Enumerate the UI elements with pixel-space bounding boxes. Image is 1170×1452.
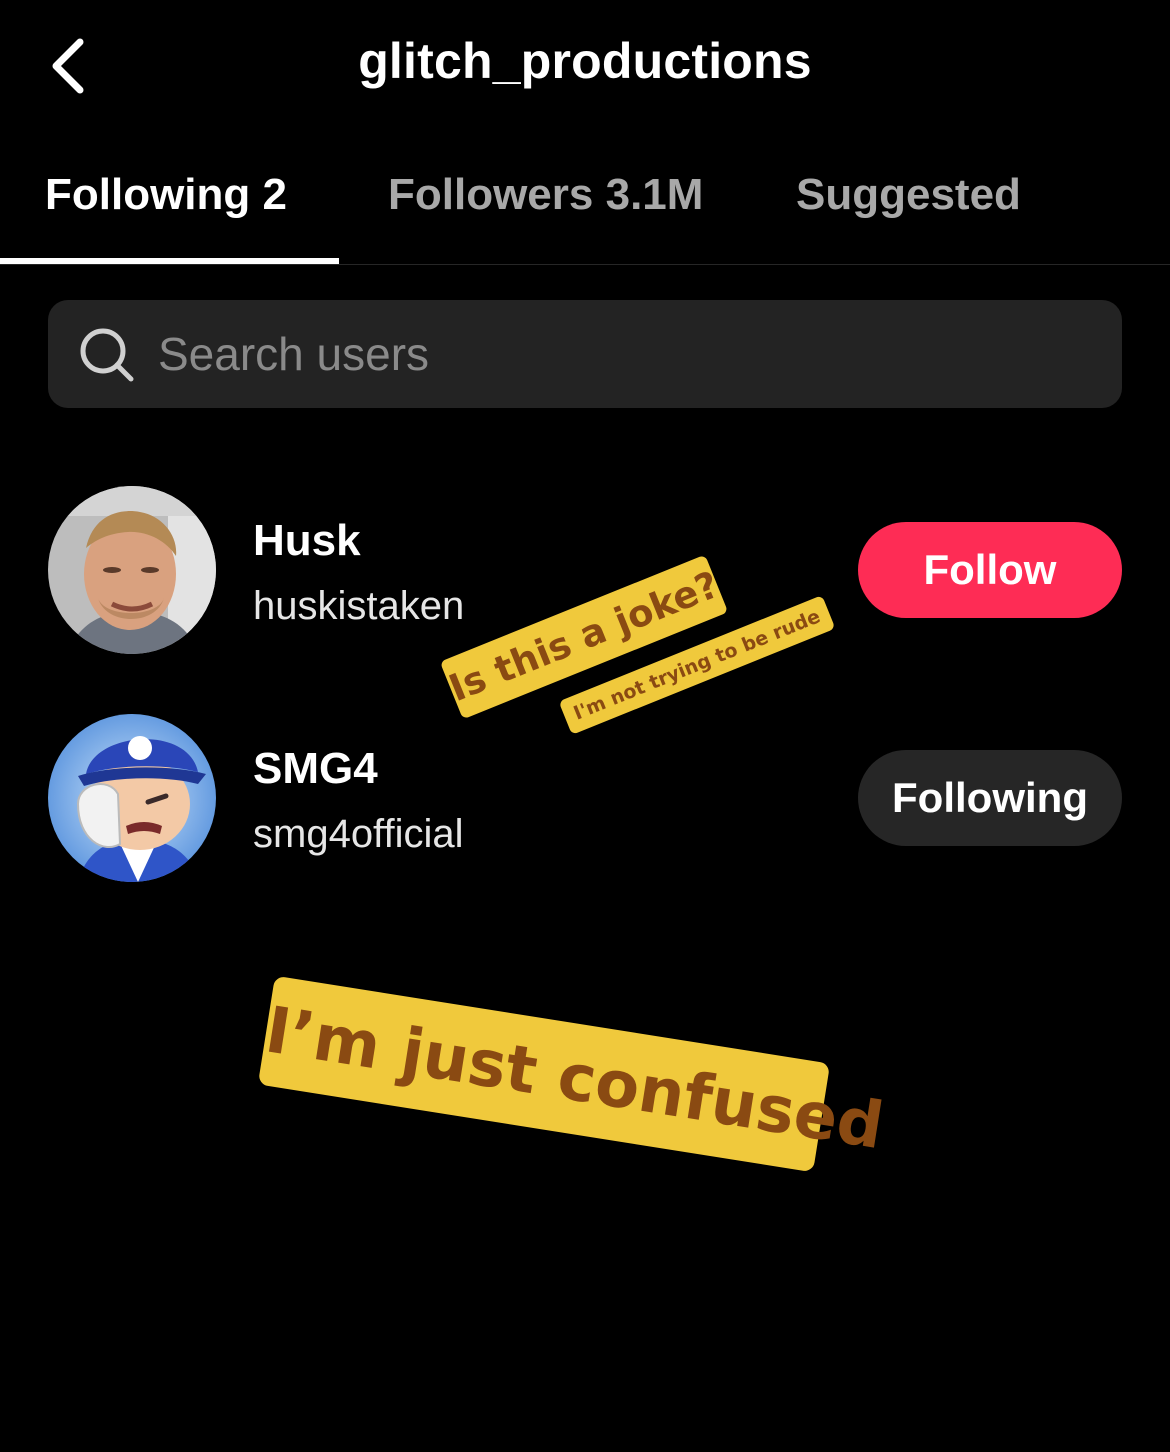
avatar-smg4[interactable] [48,714,216,882]
active-tab-indicator [0,258,339,264]
avatar-illustration-smg4 [48,714,216,882]
search-input[interactable] [158,318,1058,390]
sticker-just-confused: I’m just confused [257,975,888,1173]
follow-button[interactable]: Follow [858,522,1122,618]
top-bar: glitch_productions [0,0,1170,135]
username-handle: smg4official [253,812,464,856]
username-handle: huskistaken [253,584,465,628]
tab-bar: Following 2 Followers 3.1M Suggested [0,150,1170,265]
tab-suggested[interactable]: Suggested [796,170,1021,220]
tab-followers[interactable]: Followers 3.1M [388,170,703,220]
search-icon [80,328,134,382]
following-button[interactable]: Following [858,750,1122,846]
page-title: glitch_productions [358,33,812,89]
display-name: SMG4 [253,744,378,793]
avatar-photo-husk [48,486,216,654]
avatar-husk[interactable] [48,486,216,654]
user-row-smg4[interactable]: SMG4 smg4official Following [0,714,1170,884]
display-name: Husk [253,516,361,565]
tab-following[interactable]: Following 2 [45,170,287,220]
